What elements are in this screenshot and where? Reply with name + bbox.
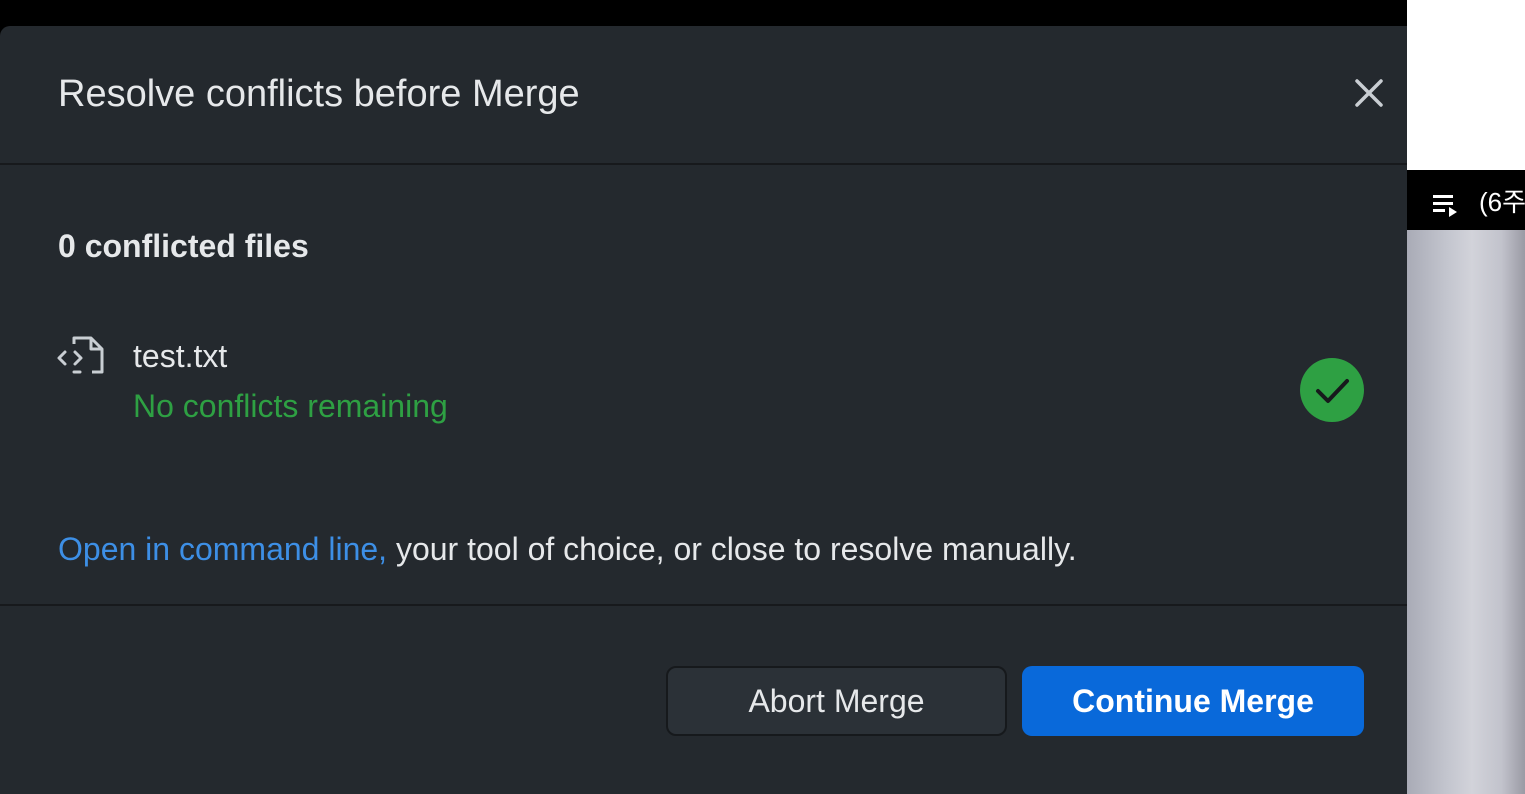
open-in-command-line-link[interactable]: Open in command line, — [58, 531, 387, 567]
file-name: test.txt — [133, 338, 228, 374]
background-video-title-bar: (6주 — [1407, 170, 1525, 230]
dialog-title: Resolve conflicts before Merge — [58, 73, 580, 115]
resolve-conflicts-dialog: Resolve conflicts before Merge 0 conflic… — [0, 26, 1407, 794]
dialog-header: Resolve conflicts before Merge — [0, 26, 1407, 165]
help-text-rest: your tool of choice, or close to resolve… — [387, 531, 1077, 567]
close-icon — [1355, 79, 1383, 107]
window-top-strip — [0, 0, 1407, 26]
help-text: Open in command line, your tool of choic… — [58, 529, 1077, 569]
file-code-icon — [56, 330, 106, 380]
abort-merge-button[interactable]: Abort Merge — [666, 666, 1007, 736]
background-video-thumbnail — [1407, 230, 1525, 794]
background-video-title: (6주 — [1479, 187, 1525, 217]
dialog-footer: Abort Merge Continue Merge — [0, 604, 1407, 794]
conflicted-files-heading: 0 conflicted files — [58, 228, 309, 264]
playlist-play-icon — [1433, 193, 1463, 217]
conflict-file-row: test.txt No conflicts remaining — [0, 326, 1407, 436]
continue-merge-button[interactable]: Continue Merge — [1022, 666, 1364, 736]
background-page-area — [1407, 0, 1525, 170]
check-circle-icon — [1300, 358, 1364, 422]
file-status: No conflicts remaining — [133, 388, 448, 424]
close-button[interactable] — [1348, 72, 1390, 114]
